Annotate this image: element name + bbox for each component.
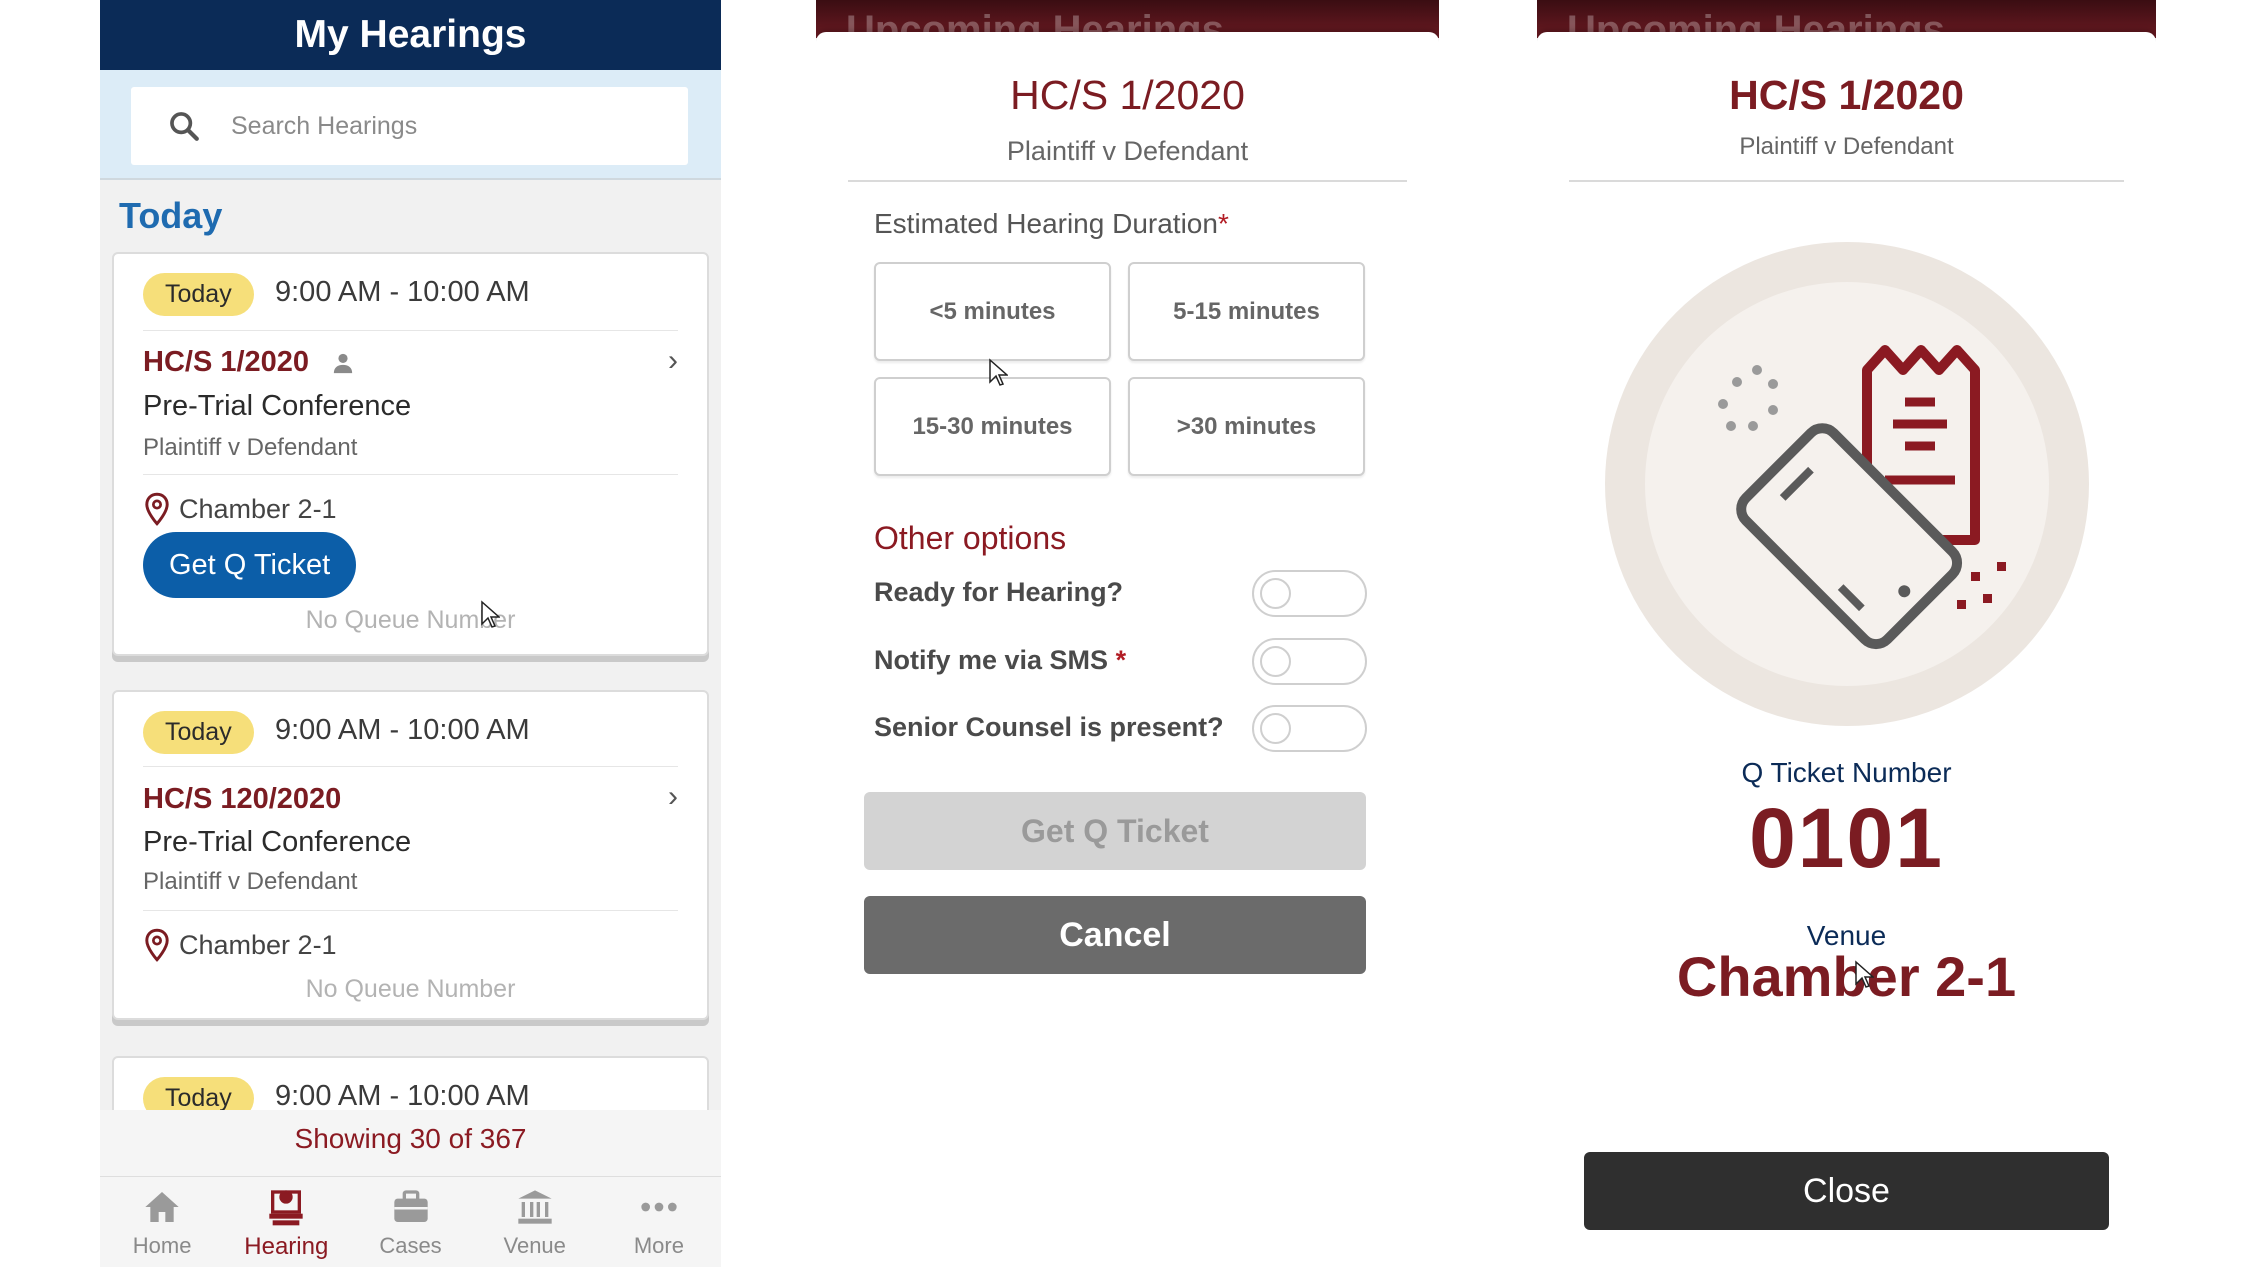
duration-option-15-30[interactable]: 15-30 minutes xyxy=(874,377,1111,476)
nav-label: Venue xyxy=(503,1233,566,1258)
parties: Plaintiff v Defendant xyxy=(1739,133,1954,160)
venue-name: Chamber 2-1 xyxy=(179,930,337,960)
get-q-ticket-sheet-screen: Upcoming Hearings HC/S 1/2020 Plaintiff … xyxy=(816,0,1439,1267)
person-icon xyxy=(333,353,353,374)
more-icon xyxy=(641,1202,677,1212)
parties: Plaintiff v Defendant xyxy=(1006,136,1249,166)
results-count: Showing 30 of 367 xyxy=(100,1110,721,1176)
nav-item-hearing[interactable]: Hearing xyxy=(224,1177,348,1267)
case-number[interactable]: HC/S 1/2020 xyxy=(143,346,309,379)
hearing-time: 9:00 AM - 10:00 AM xyxy=(275,714,530,746)
today-badge: Today xyxy=(143,711,254,754)
divider xyxy=(1569,180,2124,182)
toggle-label-senior-counsel: Senior Counsel is present? xyxy=(874,712,1224,742)
bottom-nav: Home Hearing Cases Venue More xyxy=(100,1176,721,1267)
q-ticket-label: Q Ticket Number xyxy=(1741,757,1952,788)
search-bar-container xyxy=(100,70,721,180)
senior-counsel-toggle[interactable] xyxy=(1252,705,1367,752)
case-number: HC/S 1/2020 xyxy=(1729,72,1964,118)
venue-name: Chamber 2-1 xyxy=(1676,945,2017,1008)
location-pin-icon xyxy=(145,928,169,962)
queue-number-status: No Queue Number xyxy=(305,975,516,1003)
mouse-cursor xyxy=(1855,960,1874,988)
divider xyxy=(143,910,678,911)
nav-label: Cases xyxy=(379,1233,442,1258)
mouse-cursor xyxy=(989,358,1008,386)
hearing-type: Pre-Trial Conference xyxy=(143,390,412,422)
parties: Plaintiff v Defendant xyxy=(143,434,358,461)
nav-item-home[interactable]: Home xyxy=(100,1177,224,1267)
hearing-time: 9:00 AM - 10:00 AM xyxy=(275,276,530,308)
hearing-icon xyxy=(269,1190,303,1226)
search-icon xyxy=(170,112,199,141)
queue-number-status: No Queue Number xyxy=(305,606,516,634)
hearing-time: 9:00 AM - 10:00 AM xyxy=(275,1080,530,1112)
chevron-right-icon[interactable]: › xyxy=(668,344,678,378)
duration-label-text: Estimated Hearing Duration xyxy=(874,208,1218,239)
get-q-ticket-button[interactable]: Get Q Ticket xyxy=(143,532,357,598)
briefcase-icon xyxy=(393,1190,428,1222)
ticket-result-sheet: HC/S 1/2020 Plaintiff v Defendant Q Tick… xyxy=(1537,32,2156,1267)
nav-item-venue[interactable]: Venue xyxy=(473,1177,597,1267)
divider xyxy=(143,330,678,331)
divider xyxy=(143,766,678,767)
parties: Plaintiff v Defendant xyxy=(143,868,358,895)
toggle-knob xyxy=(1260,578,1291,609)
nav-label: Hearing xyxy=(244,1233,329,1260)
divider xyxy=(143,474,678,475)
duration-option-gt30[interactable]: >30 minutes xyxy=(1128,377,1365,476)
nav-item-more[interactable]: More xyxy=(597,1177,721,1267)
section-title-today: Today xyxy=(119,195,223,236)
toggle-knob xyxy=(1260,646,1291,677)
toggle-label-sms: Notify me via SMS * xyxy=(874,645,1126,676)
search-input[interactable] xyxy=(231,111,631,141)
ticket-options-sheet: HC/S 1/2020 Plaintiff v Defendant Estima… xyxy=(816,32,1439,1267)
location-pin-icon xyxy=(145,492,169,526)
nav-label: More xyxy=(633,1233,684,1258)
mouse-cursor xyxy=(481,600,500,628)
today-badge: Today xyxy=(143,273,254,316)
required-mark: * xyxy=(1217,208,1229,239)
hearing-type: Pre-Trial Conference xyxy=(143,826,412,858)
duration-label: Estimated Hearing Duration* xyxy=(874,208,1229,240)
q-ticket-number: 0101 xyxy=(1749,791,1944,885)
nav-item-cases[interactable]: Cases xyxy=(348,1177,472,1267)
case-number[interactable]: HC/S 120/2020 xyxy=(143,783,341,816)
building-icon xyxy=(518,1190,552,1224)
home-icon xyxy=(145,1192,179,1222)
toggle-label-sms-text: Notify me via SMS xyxy=(874,645,1109,675)
duration-option-5-15[interactable]: 5-15 minutes xyxy=(1128,262,1365,361)
my-hearings-screen: My Hearings Today Today 9:00 AM - 10:00 … xyxy=(100,0,721,1267)
cancel-button[interactable]: Cancel xyxy=(864,896,1366,974)
ticket-phone-illustration xyxy=(1605,242,2089,726)
case-number: HC/S 1/2020 xyxy=(1010,72,1245,118)
toggle-knob xyxy=(1260,713,1291,744)
divider xyxy=(848,180,1407,182)
search-box[interactable] xyxy=(131,87,688,165)
required-mark: * xyxy=(1115,645,1127,675)
get-q-ticket-button[interactable]: Get Q Ticket xyxy=(864,792,1366,870)
notify-sms-toggle[interactable] xyxy=(1252,638,1367,685)
nav-label: Home xyxy=(132,1233,192,1258)
header-title: My Hearings xyxy=(100,0,721,70)
toggle-label-ready: Ready for Hearing? xyxy=(874,577,1124,607)
ready-for-hearing-toggle[interactable] xyxy=(1252,570,1367,617)
other-options-title: Other options xyxy=(874,520,1067,556)
chevron-right-icon[interactable]: › xyxy=(668,780,678,814)
venue-name: Chamber 2-1 xyxy=(179,494,337,524)
hearing-card[interactable]: Today 9:00 AM - 10:00 AM HC/S 120/2020 ›… xyxy=(112,690,709,1020)
close-button[interactable]: Close xyxy=(1584,1152,2109,1230)
duration-option-lt5[interactable]: <5 minutes xyxy=(874,262,1111,361)
q-ticket-result-screen: Upcoming Hearings HC/S 1/2020 Plaintiff … xyxy=(1537,0,2156,1267)
hearing-card[interactable]: Today 9:00 AM - 10:00 AM HC/S 1/2020 › P… xyxy=(112,252,709,656)
